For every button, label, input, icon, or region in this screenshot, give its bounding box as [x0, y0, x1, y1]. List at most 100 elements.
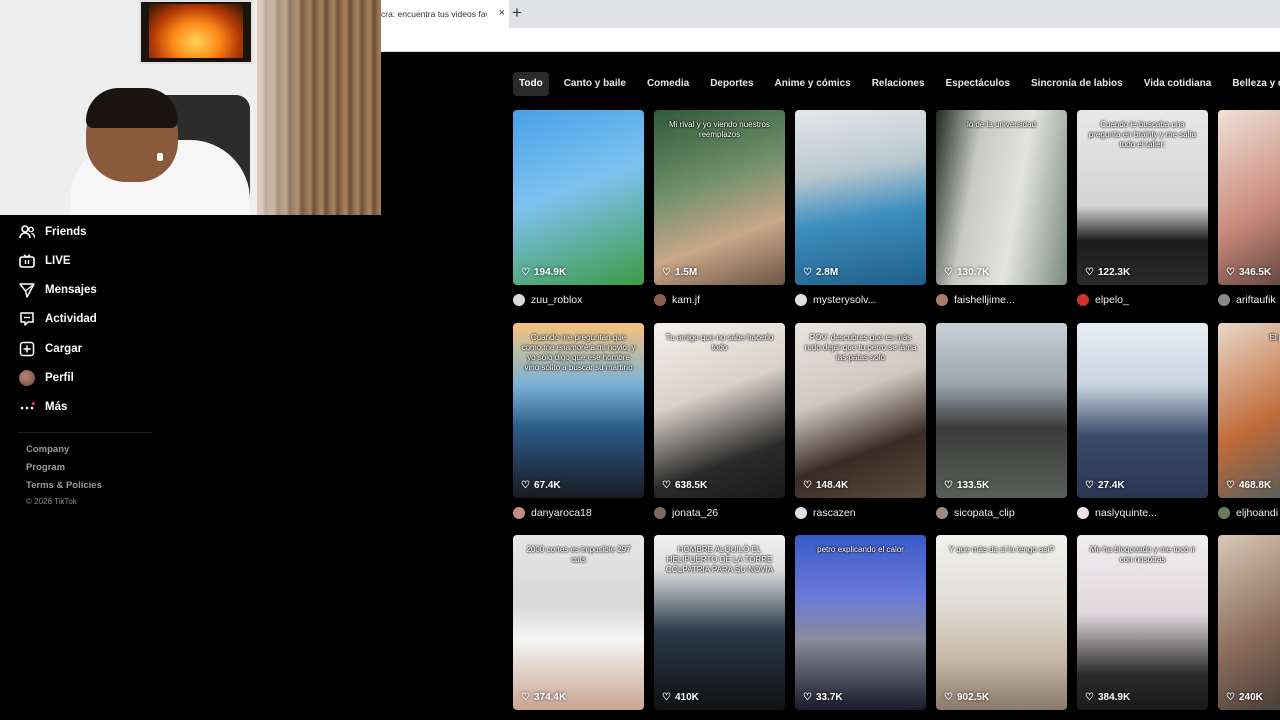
- like-value: 133.5K: [956, 479, 990, 491]
- author-avatar[interactable]: [513, 507, 525, 519]
- author-avatar[interactable]: [795, 294, 807, 306]
- video-card[interactable]: ♡ 27.4K naslyquinte...: [1077, 323, 1208, 523]
- address-bar[interactable]: [381, 28, 1280, 52]
- new-tab-icon[interactable]: +: [512, 3, 522, 23]
- video-thumbnail[interactable]: lo de la universidad ♡ 130.7K: [936, 110, 1067, 285]
- video-card[interactable]: ♡ 133.5K sicopata_clip: [936, 323, 1067, 523]
- video-card[interactable]: Mi rival y yo viendo nuestros reemplazos…: [654, 110, 785, 310]
- video-card[interactable]: Tu amigo que no sabe hacerlo todo ♡ 638.5K…: [654, 323, 785, 523]
- sidebar-item-live[interactable]: LIVE: [18, 251, 71, 271]
- footer-terms-link[interactable]: Terms & Policies: [26, 480, 102, 491]
- footer-program-link[interactable]: Program: [26, 462, 65, 473]
- category-chip[interactable]: Todo: [513, 72, 549, 96]
- video-author[interactable]: elpelo_: [1077, 292, 1208, 308]
- category-chip[interactable]: Relaciones: [866, 72, 931, 96]
- heart-icon: ♡: [521, 266, 530, 278]
- video-card[interactable]: El perro ♡468.8K eljhoandi: [1218, 323, 1280, 523]
- author-name[interactable]: rascazen: [813, 507, 856, 519]
- video-thumbnail[interactable]: ♡ 27.4K: [1077, 323, 1208, 498]
- author-name[interactable]: ariftaufik: [1236, 294, 1276, 306]
- author-avatar[interactable]: [936, 294, 948, 306]
- category-chip[interactable]: Comedia: [641, 72, 695, 96]
- author-name[interactable]: eljhoandi: [1236, 507, 1278, 519]
- category-chip[interactable]: Canto y baile: [558, 72, 632, 96]
- author-name[interactable]: kam.jf: [672, 294, 700, 306]
- close-tab-icon[interactable]: ×: [499, 7, 505, 19]
- video-author[interactable]: faishelljime...: [936, 292, 1067, 308]
- video-thumbnail[interactable]: 2000 cortes es imposible 297 cuts ♡ 374.4K: [513, 535, 644, 710]
- video-card[interactable]: ♡ 240K: [1218, 535, 1280, 720]
- sidebar-item-friends[interactable]: Friends: [18, 222, 87, 242]
- video-thumbnail[interactable]: ♡ 194.9K: [513, 110, 644, 285]
- video-thumbnail[interactable]: Tu amigo que no sabe hacerlo todo ♡ 638.5K: [654, 323, 785, 498]
- footer-company-link[interactable]: Company: [26, 444, 69, 455]
- video-author[interactable]: zuu_roblox: [513, 292, 644, 308]
- video-thumbnail[interactable]: Cuando me preguntan que como me enamoré …: [513, 323, 644, 498]
- author-name[interactable]: faishelljime...: [954, 294, 1015, 306]
- author-avatar[interactable]: [1077, 294, 1089, 306]
- video-card[interactable]: Cuando le buscaba una pregunta en brainl…: [1077, 110, 1208, 310]
- sidebar-item-cargar[interactable]: Cargar: [18, 339, 82, 359]
- like-count: ♡ 194.9K: [521, 265, 566, 279]
- video-thumbnail[interactable]: Mi rival y yo viendo nuestros reemplazos…: [654, 110, 785, 285]
- video-author[interactable]: ariftaufik: [1218, 292, 1280, 308]
- author-name[interactable]: sicopata_clip: [954, 507, 1015, 519]
- video-card[interactable]: 2000 cortes es imposible 297 cuts ♡ 374.4K: [513, 535, 644, 720]
- video-card[interactable]: Me ha bloqueado y me tocó ir con nosotra…: [1077, 535, 1208, 720]
- sidebar-item-actividad[interactable]: Actividad: [18, 309, 97, 329]
- author-name[interactable]: naslyquinte...: [1095, 507, 1157, 519]
- heart-icon: ♡: [662, 266, 671, 278]
- author-avatar[interactable]: [1218, 294, 1230, 306]
- author-avatar[interactable]: [1077, 507, 1089, 519]
- category-chip[interactable]: Vida cotidiana: [1138, 72, 1218, 96]
- author-avatar[interactable]: [654, 507, 666, 519]
- author-avatar[interactable]: [936, 507, 948, 519]
- video-thumbnail[interactable]: ♡ 346.5K: [1218, 110, 1280, 285]
- category-chip[interactable]: Belleza y cuidado personal: [1226, 72, 1280, 96]
- video-thumbnail[interactable]: petro explicando el calor ♡ 33.7K: [795, 535, 926, 710]
- video-card[interactable]: petro explicando el calor ♡ 33.7K: [795, 535, 926, 720]
- author-avatar[interactable]: [795, 507, 807, 519]
- video-card[interactable]: ♡ 194.9K zuu_roblox: [513, 110, 644, 310]
- video-thumbnail[interactable]: POV: descubres que es más rudo dejar que…: [795, 323, 926, 498]
- video-author[interactable]: sicopata_clip: [936, 505, 1067, 521]
- video-thumbnail[interactable]: ♡ 240K: [1218, 535, 1280, 710]
- video-card[interactable]: ♡ 346.5K ariftaufik: [1218, 110, 1280, 310]
- video-card[interactable]: Cuando me preguntan que como me enamoré …: [513, 323, 644, 523]
- video-author[interactable]: mysterysolv...: [795, 292, 926, 308]
- video-card[interactable]: HOMBRE ALQUILÓ EL HELIPUERTO DE LA TORRE…: [654, 535, 785, 720]
- category-chip[interactable]: Sincronía de labios: [1025, 72, 1129, 96]
- author-name[interactable]: danyaroca18: [531, 507, 592, 519]
- video-author[interactable]: eljhoandi: [1218, 505, 1280, 521]
- video-author[interactable]: danyaroca18: [513, 505, 644, 521]
- video-author[interactable]: kam.jf: [654, 292, 785, 308]
- video-author[interactable]: jonata_26: [654, 505, 785, 521]
- video-author[interactable]: naslyquinte...: [1077, 505, 1208, 521]
- browser-tab[interactable]: cra: encuentra tus videos favo ×: [381, 0, 509, 28]
- video-thumbnail[interactable]: ♡ 133.5K: [936, 323, 1067, 498]
- video-thumbnail[interactable]: Me ha bloqueado y me tocó ir con nosotra…: [1077, 535, 1208, 710]
- author-avatar[interactable]: [1218, 507, 1230, 519]
- category-chip[interactable]: Espectáculos: [940, 72, 1016, 96]
- sidebar-item-perfil[interactable]: Perfil: [18, 368, 74, 388]
- video-card[interactable]: ♡ 2.8M mysterysolv...: [795, 110, 926, 310]
- video-card[interactable]: Y que más da si la tengo así? ♡ 902.5K: [936, 535, 1067, 720]
- video-thumbnail[interactable]: HOMBRE ALQUILÓ EL HELIPUERTO DE LA TORRE…: [654, 535, 785, 710]
- video-author[interactable]: rascazen: [795, 505, 926, 521]
- author-name[interactable]: jonata_26: [672, 507, 718, 519]
- video-thumbnail[interactable]: Cuando le buscaba una pregunta en brainl…: [1077, 110, 1208, 285]
- author-name[interactable]: mysterysolv...: [813, 294, 876, 306]
- category-chip[interactable]: Deportes: [704, 72, 759, 96]
- author-name[interactable]: zuu_roblox: [531, 294, 582, 306]
- video-thumbnail[interactable]: ♡ 2.8M: [795, 110, 926, 285]
- video-thumbnail[interactable]: Y que más da si la tengo así? ♡ 902.5K: [936, 535, 1067, 710]
- author-avatar[interactable]: [513, 294, 525, 306]
- video-thumbnail[interactable]: El perro ♡468.8K: [1218, 323, 1280, 498]
- video-card[interactable]: POV: descubres que es más rudo dejar que…: [795, 323, 926, 523]
- category-chip[interactable]: Anime y cómics: [769, 72, 857, 96]
- video-card[interactable]: lo de la universidad ♡ 130.7K faishelljime.…: [936, 110, 1067, 310]
- sidebar-item-mensajes[interactable]: Mensajes: [18, 280, 97, 300]
- author-name[interactable]: elpelo_: [1095, 294, 1129, 306]
- author-avatar[interactable]: [654, 294, 666, 306]
- sidebar-item-mas[interactable]: Más: [18, 397, 67, 417]
